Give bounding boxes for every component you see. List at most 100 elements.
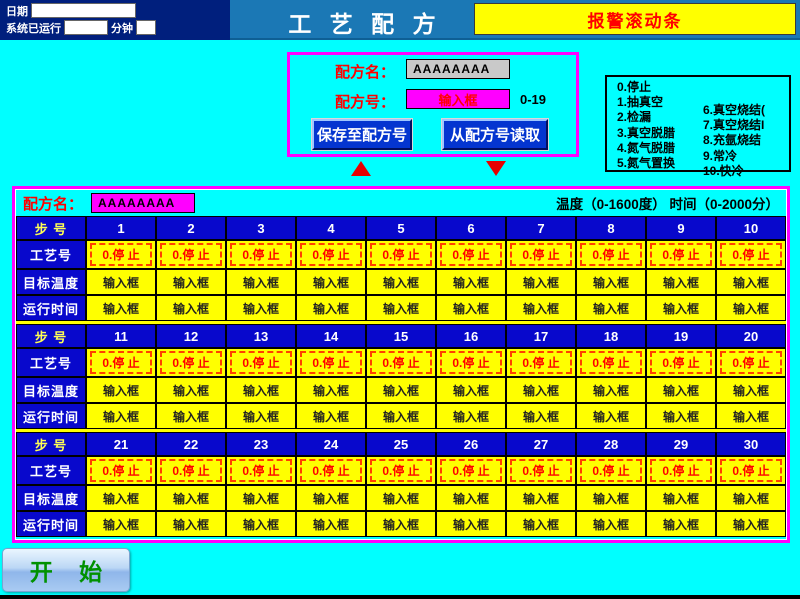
temperature-input[interactable]: 输入框 xyxy=(507,270,575,294)
runtime-input[interactable]: 输入框 xyxy=(297,512,365,536)
process-input[interactable]: 0.停 止 xyxy=(510,351,572,374)
process-input[interactable]: 0.停 止 xyxy=(650,243,712,266)
process-input[interactable]: 0.停 止 xyxy=(300,243,362,266)
process-input[interactable]: 0.停 止 xyxy=(230,351,292,374)
process-input[interactable]: 0.停 止 xyxy=(90,243,152,266)
temperature-input[interactable]: 输入框 xyxy=(647,486,715,510)
temperature-input[interactable]: 输入框 xyxy=(717,270,785,294)
load-from-recipe-button[interactable]: 从配方号读取 xyxy=(442,119,548,150)
recipe-number-input[interactable]: 输入框 xyxy=(406,89,510,109)
runtime-input[interactable]: 输入框 xyxy=(507,512,575,536)
temperature-input[interactable]: 输入框 xyxy=(717,378,785,402)
process-input[interactable]: 0.停 止 xyxy=(160,459,222,482)
process-input[interactable]: 0.停 止 xyxy=(90,459,152,482)
process-input[interactable]: 0.停 止 xyxy=(720,459,782,482)
process-input[interactable]: 0.停 止 xyxy=(370,243,432,266)
runtime-input[interactable]: 输入框 xyxy=(367,296,435,320)
temperature-input[interactable]: 输入框 xyxy=(367,270,435,294)
runtime-unit-display xyxy=(136,20,156,35)
temperature-input[interactable]: 输入框 xyxy=(157,270,225,294)
runtime-input[interactable]: 输入框 xyxy=(227,512,295,536)
temperature-input[interactable]: 输入框 xyxy=(297,378,365,402)
runtime-input[interactable]: 输入框 xyxy=(647,512,715,536)
temperature-input[interactable]: 输入框 xyxy=(577,486,645,510)
runtime-input[interactable]: 输入框 xyxy=(647,296,715,320)
temperature-input[interactable]: 输入框 xyxy=(87,486,155,510)
arrow-up-icon xyxy=(351,161,371,176)
process-input[interactable]: 0.停 止 xyxy=(370,459,432,482)
process-input[interactable]: 0.停 止 xyxy=(440,351,502,374)
runtime-input[interactable]: 输入框 xyxy=(717,296,785,320)
process-input[interactable]: 0.停 止 xyxy=(160,351,222,374)
runtime-input[interactable]: 输入框 xyxy=(717,404,785,428)
runtime-input[interactable]: 输入框 xyxy=(437,296,505,320)
process-input[interactable]: 0.停 止 xyxy=(650,351,712,374)
temperature-input[interactable]: 输入框 xyxy=(577,270,645,294)
runtime-input[interactable]: 输入框 xyxy=(577,512,645,536)
process-input[interactable]: 0.停 止 xyxy=(580,243,642,266)
process-input[interactable]: 0.停 止 xyxy=(300,351,362,374)
process-input[interactable]: 0.停 止 xyxy=(230,243,292,266)
runtime-input[interactable]: 输入框 xyxy=(507,296,575,320)
process-input[interactable]: 0.停 止 xyxy=(720,243,782,266)
temperature-input[interactable]: 输入框 xyxy=(507,378,575,402)
temperature-input[interactable]: 输入框 xyxy=(437,270,505,294)
temperature-input[interactable]: 输入框 xyxy=(157,378,225,402)
runtime-input[interactable]: 输入框 xyxy=(87,296,155,320)
process-input[interactable]: 0.停 止 xyxy=(440,459,502,482)
save-to-recipe-button[interactable]: 保存至配方号 xyxy=(312,119,412,150)
process-input[interactable]: 0.停 止 xyxy=(300,459,362,482)
temperature-input[interactable]: 输入框 xyxy=(367,486,435,510)
temperature-input[interactable]: 输入框 xyxy=(437,378,505,402)
temperature-input[interactable]: 输入框 xyxy=(227,270,295,294)
start-button[interactable]: 开 始 xyxy=(2,548,130,592)
temperature-input[interactable]: 输入框 xyxy=(647,378,715,402)
temperature-input[interactable]: 输入框 xyxy=(717,486,785,510)
runtime-input[interactable]: 输入框 xyxy=(87,512,155,536)
process-input[interactable]: 0.停 止 xyxy=(440,243,502,266)
temperature-input[interactable]: 输入框 xyxy=(647,270,715,294)
temperature-input[interactable]: 输入框 xyxy=(507,486,575,510)
runtime-input[interactable]: 输入框 xyxy=(157,512,225,536)
process-input[interactable]: 0.停 止 xyxy=(160,243,222,266)
temperature-input[interactable]: 输入框 xyxy=(227,378,295,402)
runtime-input[interactable]: 输入框 xyxy=(367,512,435,536)
table-recipe-name-display: AAAAAAAA xyxy=(91,193,195,213)
runtime-input[interactable]: 输入框 xyxy=(157,296,225,320)
process-input[interactable]: 0.停 止 xyxy=(370,351,432,374)
process-input[interactable]: 0.停 止 xyxy=(720,351,782,374)
process-input[interactable]: 0.停 止 xyxy=(230,459,292,482)
runtime-input[interactable]: 输入框 xyxy=(437,512,505,536)
runtime-input[interactable]: 输入框 xyxy=(647,404,715,428)
runtime-input[interactable]: 输入框 xyxy=(367,404,435,428)
process-input[interactable]: 0.停 止 xyxy=(580,459,642,482)
temperature-input[interactable]: 输入框 xyxy=(577,378,645,402)
process-input[interactable]: 0.停 止 xyxy=(510,243,572,266)
runtime-input[interactable]: 输入框 xyxy=(227,404,295,428)
process-input[interactable]: 0.停 止 xyxy=(90,351,152,374)
runtime-input[interactable]: 输入框 xyxy=(297,296,365,320)
runtime-input[interactable]: 输入框 xyxy=(577,404,645,428)
process-input[interactable]: 0.停 止 xyxy=(650,459,712,482)
temperature-input[interactable]: 输入框 xyxy=(157,486,225,510)
runtime-input[interactable]: 输入框 xyxy=(717,512,785,536)
temperature-input[interactable]: 输入框 xyxy=(297,270,365,294)
runtime-input[interactable]: 输入框 xyxy=(507,404,575,428)
temperature-input[interactable]: 输入框 xyxy=(227,486,295,510)
legend-item: 3.真空脱腊 xyxy=(617,126,675,141)
runtime-input[interactable]: 输入框 xyxy=(87,404,155,428)
temperature-input[interactable]: 输入框 xyxy=(87,378,155,402)
runtime-input[interactable]: 输入框 xyxy=(157,404,225,428)
runtime-input[interactable]: 输入框 xyxy=(297,404,365,428)
runtime-input[interactable]: 输入框 xyxy=(227,296,295,320)
recipe-name-input[interactable]: AAAAAAAA xyxy=(406,59,510,79)
process-input[interactable]: 0.停 止 xyxy=(580,351,642,374)
temperature-input[interactable]: 输入框 xyxy=(367,378,435,402)
runtime-input[interactable]: 输入框 xyxy=(577,296,645,320)
temperature-input[interactable]: 输入框 xyxy=(437,486,505,510)
runtime-display xyxy=(64,20,108,35)
runtime-input[interactable]: 输入框 xyxy=(437,404,505,428)
temperature-input[interactable]: 输入框 xyxy=(297,486,365,510)
process-input[interactable]: 0.停 止 xyxy=(510,459,572,482)
temperature-input[interactable]: 输入框 xyxy=(87,270,155,294)
